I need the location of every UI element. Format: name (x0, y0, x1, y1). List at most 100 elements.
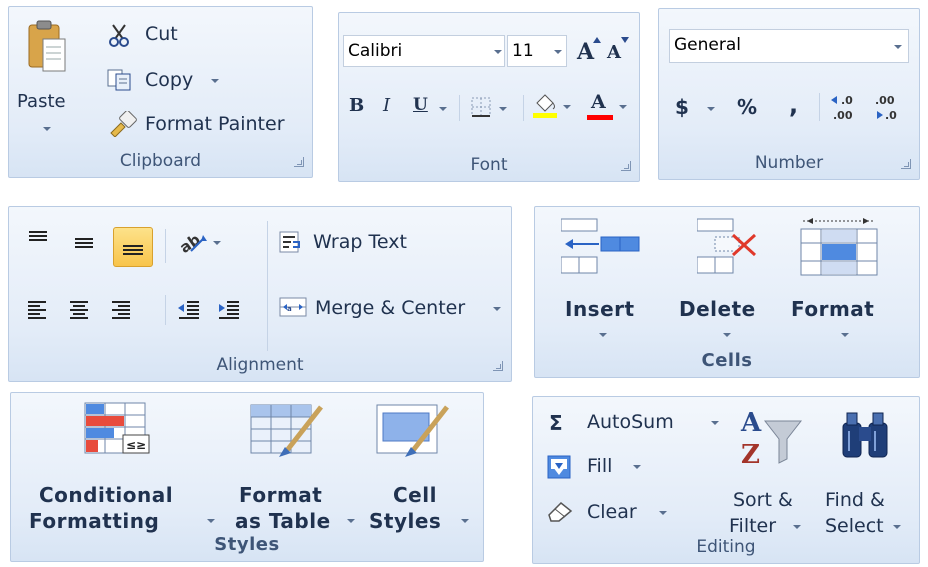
clear-dropdown-arrow[interactable] (659, 511, 667, 515)
conditional-formatting-button[interactable]: ≤≥ Conditional Formatting (21, 401, 221, 533)
font-group: Calibri 11 A A B I U A Font (338, 12, 640, 182)
format-painter-button[interactable]: Format Painter (107, 109, 307, 139)
bottom-align-button[interactable] (113, 227, 153, 267)
fill-button[interactable]: Fill (545, 453, 645, 483)
merge-center-dropdown-arrow[interactable] (493, 307, 501, 311)
middle-align-icon (75, 238, 93, 248)
orientation-dropdown-arrow[interactable] (213, 241, 221, 245)
bold-button[interactable]: B (347, 93, 369, 123)
insert-dropdown-arrow[interactable] (599, 333, 607, 337)
underline-button[interactable]: U (409, 93, 453, 123)
svg-text:.00: .00 (875, 94, 895, 107)
copy-label: Copy (145, 69, 194, 91)
autosum-label: AutoSum (587, 411, 674, 433)
italic-button[interactable]: I (379, 93, 401, 123)
font-name-combo[interactable]: Calibri (343, 35, 505, 67)
top-align-button[interactable] (27, 227, 51, 251)
font-color-button[interactable]: A (587, 91, 631, 125)
number-format-dropdown-arrow[interactable] (894, 45, 902, 49)
underline-dropdown-arrow[interactable] (439, 107, 447, 111)
currency-dropdown-arrow[interactable] (707, 107, 715, 111)
format-painter-label: Format Painter (145, 113, 285, 135)
orientation-button[interactable]: ab (176, 229, 227, 259)
percent-button[interactable]: % (735, 93, 763, 123)
conditional-formatting-dropdown-arrow[interactable] (207, 519, 215, 523)
cut-button[interactable]: Cut (107, 21, 207, 49)
format-as-table-button[interactable]: Format as Table (233, 401, 361, 533)
font-size-value: 11 (512, 41, 534, 61)
comma-glyph: , (789, 91, 799, 119)
format-as-table-label-line1: Format (239, 483, 323, 507)
grow-font-button[interactable]: A (573, 37, 601, 67)
decrease-indent-button[interactable] (177, 299, 201, 321)
borders-dropdown-arrow[interactable] (499, 107, 507, 111)
currency-button[interactable]: $ (673, 93, 719, 123)
wrap-text-icon (279, 231, 300, 253)
svg-text:.0: .0 (885, 109, 897, 122)
copy-dropdown-arrow[interactable] (211, 79, 219, 83)
font-size-dropdown-arrow[interactable] (554, 50, 562, 54)
insert-cells-icon (561, 218, 640, 274)
grow-font-glyph: A (577, 39, 595, 65)
number-separator (819, 93, 820, 121)
paste-label: Paste (17, 91, 66, 112)
bold-glyph: B (349, 95, 365, 116)
align-left-button[interactable] (27, 299, 49, 321)
copy-icon (107, 69, 131, 91)
format-label: Format (791, 297, 875, 321)
clipboard-group-label: Clipboard (119, 151, 202, 171)
copy-button[interactable]: Copy (107, 65, 227, 93)
fill-color-dropdown-arrow[interactable] (563, 105, 571, 109)
font-color-dropdown-arrow[interactable] (619, 105, 627, 109)
cell-styles-dropdown-arrow[interactable] (461, 519, 469, 523)
increase-decimal-button[interactable]: .0 .00 (829, 91, 863, 125)
italic-glyph: I (383, 95, 391, 116)
alignment-separator-2 (267, 221, 268, 351)
find-select-button[interactable]: Find & Select (823, 405, 915, 539)
clipboard-dialog-launcher-icon[interactable] (294, 157, 304, 167)
svg-text:a: a (287, 305, 292, 313)
editing-group: Σ AutoSum Fill Clear A Z Sort & Filter F… (532, 396, 920, 564)
font-color-bar (587, 115, 613, 120)
clear-button[interactable]: Clear (545, 497, 675, 527)
font-size-combo[interactable]: 11 (507, 35, 567, 67)
alignment-dialog-launcher-icon[interactable] (493, 361, 503, 371)
align-right-button[interactable] (111, 299, 133, 321)
sort-filter-button[interactable]: A Z Sort & Filter (729, 405, 817, 539)
borders-button[interactable] (469, 93, 513, 123)
format-as-table-dropdown-arrow[interactable] (347, 519, 355, 523)
increase-indent-button[interactable] (217, 299, 241, 321)
format-dropdown-arrow[interactable] (841, 333, 849, 337)
align-center-button[interactable] (69, 299, 91, 321)
comma-button[interactable]: , (785, 91, 807, 123)
find-select-dropdown-arrow[interactable] (893, 525, 901, 529)
autosum-button[interactable]: Σ AutoSum (545, 409, 725, 439)
font-dialog-launcher-icon[interactable] (621, 161, 631, 171)
number-format-combo[interactable]: General (669, 29, 909, 63)
format-cells-button[interactable]: Format (791, 217, 901, 347)
wrap-text-button[interactable]: Wrap Text (279, 229, 429, 259)
svg-text:.0: .0 (841, 94, 853, 107)
paste-dropdown-arrow[interactable] (43, 127, 51, 131)
sort-filter-dropdown-arrow[interactable] (793, 525, 801, 529)
fill-dropdown-arrow[interactable] (633, 465, 641, 469)
middle-align-button[interactable] (73, 229, 97, 255)
binoculars-icon (842, 412, 888, 458)
decrease-decimal-button[interactable]: .00 .0 (869, 91, 905, 125)
number-dialog-launcher-icon[interactable] (901, 159, 911, 169)
font-name-dropdown-arrow[interactable] (494, 50, 502, 54)
autosum-dropdown-arrow[interactable] (711, 421, 719, 425)
format-cells-icon (800, 218, 878, 276)
fill-color-button[interactable] (533, 91, 577, 125)
delete-dropdown-arrow[interactable] (723, 333, 731, 337)
shrink-font-button[interactable]: A (603, 37, 631, 67)
font-separator-1 (459, 95, 460, 121)
alignment-separator-1 (165, 229, 166, 263)
paste-button[interactable]: Paste (17, 19, 73, 139)
delete-cells-button[interactable]: Delete (675, 217, 785, 347)
merge-center-button[interactable]: a Merge & Center (279, 293, 509, 323)
font-name-value: Calibri (348, 41, 403, 61)
sort-filter-label-line1: Sort & (733, 489, 793, 511)
insert-cells-button[interactable]: Insert (553, 217, 663, 347)
cell-styles-button[interactable]: Cell Styles (365, 401, 479, 533)
